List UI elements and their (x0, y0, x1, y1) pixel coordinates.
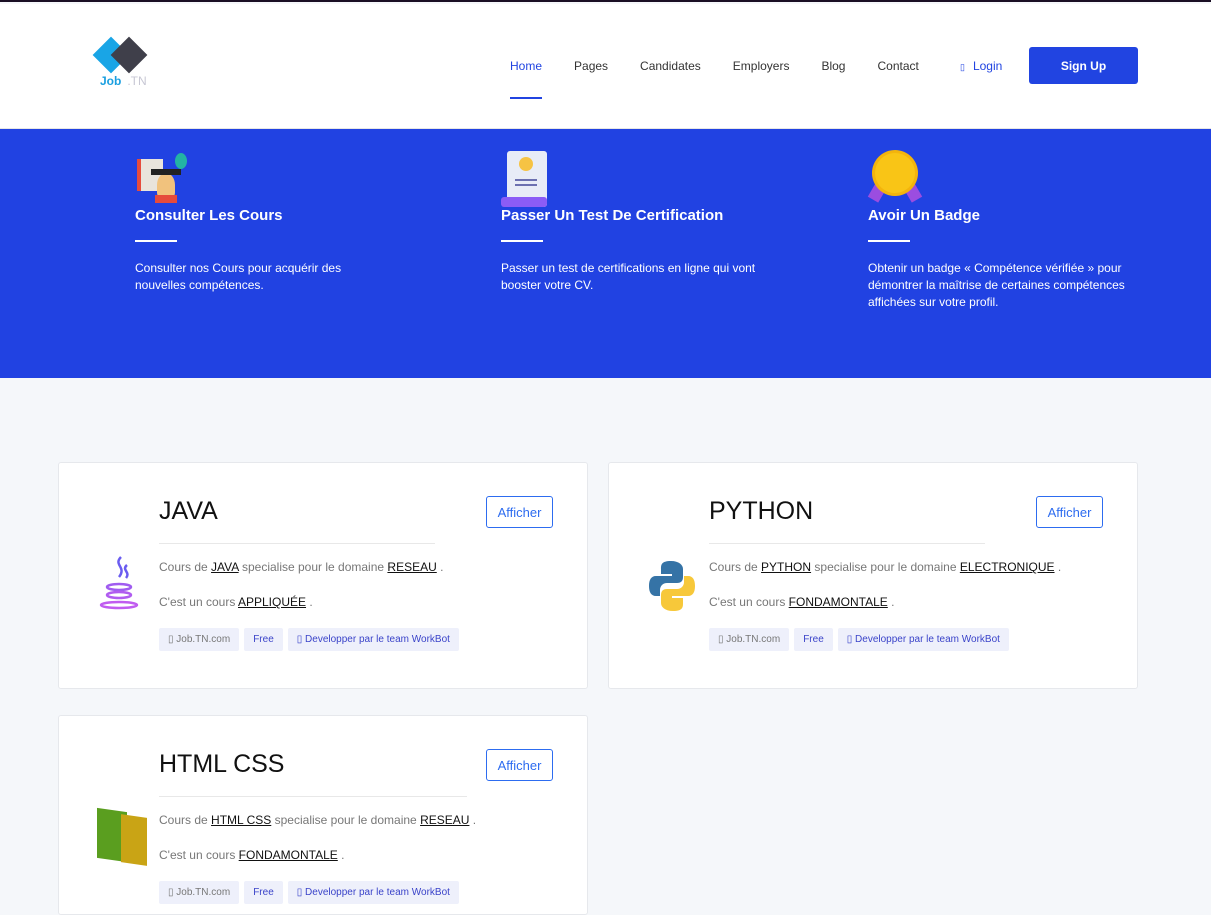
feature-badge: Avoir Un Badge Obtenir un badge « Compét… (867, 151, 1125, 311)
tag-author: ▯ Developper par le team WorkBot (287, 628, 459, 651)
feature-text: Obtenir un badge « Compétence vérifiée »… (868, 261, 1125, 309)
user-icon: ▯ (960, 62, 965, 72)
course-type: C'est un cours APPLIQUÉE . (159, 595, 313, 609)
signup-button[interactable]: Sign Up (1029, 47, 1138, 84)
tag-price: Free (244, 628, 283, 651)
tag-site: ▯ Job.TN.com (159, 881, 240, 904)
course-type: C'est un cours FONDAMONTALE . (709, 595, 895, 609)
logo-text: Job (100, 74, 122, 88)
course-card-python: PYTHON Afficher Cours de PYTHON speciali… (608, 462, 1138, 689)
tag-price: Free (794, 628, 833, 651)
divider (709, 543, 985, 544)
nav-blog[interactable]: Blog (821, 59, 845, 73)
feature-title: Avoir Un Badge (868, 207, 980, 224)
divider (135, 240, 177, 242)
feature-title: Consulter Les Cours (135, 207, 283, 224)
main-nav: Home Pages Candidates Employers Blog Con… (510, 59, 919, 99)
course-title: HTML CSS (159, 750, 285, 778)
course-description: Cours de JAVA specialise pour le domaine… (159, 560, 444, 574)
nav-pages[interactable]: Pages (574, 59, 608, 73)
nav-contact[interactable]: Contact (877, 59, 918, 73)
divider (159, 796, 467, 797)
html-css-icon (97, 807, 147, 868)
python-icon (647, 555, 697, 615)
nav-candidates[interactable]: Candidates (640, 59, 701, 73)
tag-author: ▯ Developper par le team WorkBot (287, 881, 459, 904)
feature-certification: Passer Un Test De Certification Passer u… (501, 151, 755, 294)
course-type: C'est un cours FONDAMONTALE . (159, 848, 345, 862)
afficher-button[interactable]: Afficher (1036, 496, 1103, 528)
divider (159, 543, 435, 544)
tag-price: Free (244, 881, 283, 904)
nav-home[interactable]: Home (510, 59, 543, 99)
course-card-java: JAVA Afficher Cours de JAVA specialise p… (58, 462, 588, 689)
login-link[interactable]: ▯ Login (960, 59, 1002, 73)
logo-text-suffix: .TN (127, 74, 147, 88)
login-label: Login (972, 59, 1003, 73)
course-title: JAVA (159, 497, 218, 525)
feature-title: Passer Un Test De Certification (501, 207, 724, 224)
java-icon (97, 555, 147, 615)
site-header: Job .TN Home Pages Candidates Employers B… (0, 4, 1211, 129)
course-title: PYTHON (709, 497, 814, 525)
course-card-html-css: HTML CSS Afficher Cours de HTML CSS spec… (58, 715, 588, 915)
features-banner: Consulter Les Cours Consulter nos Cours … (0, 129, 1211, 378)
tag-site: ▯ Job.TN.com (709, 628, 790, 651)
tag-site: ▯ Job.TN.com (159, 628, 240, 651)
afficher-button[interactable]: Afficher (486, 749, 553, 781)
feature-text: Consulter nos Cours pour acquérir des no… (135, 261, 342, 292)
tag-author: ▯ Developper par le team WorkBot (837, 628, 1009, 651)
feature-text: Passer un test de certifications en lign… (501, 261, 756, 292)
course-description: Cours de HTML CSS specialise pour le dom… (159, 813, 477, 827)
logo[interactable]: Job .TN (92, 36, 148, 90)
divider (868, 240, 910, 242)
certificate-icon (501, 151, 557, 207)
afficher-button[interactable]: Afficher (486, 496, 553, 528)
feature-courses: Consulter Les Cours Consulter nos Cours … (135, 151, 385, 294)
graduate-book-icon (135, 151, 191, 203)
nav-employers[interactable]: Employers (733, 59, 790, 73)
course-description: Cours de PYTHON specialise pour le domai… (709, 560, 1062, 574)
divider (501, 240, 543, 242)
badge-icon (867, 151, 924, 203)
